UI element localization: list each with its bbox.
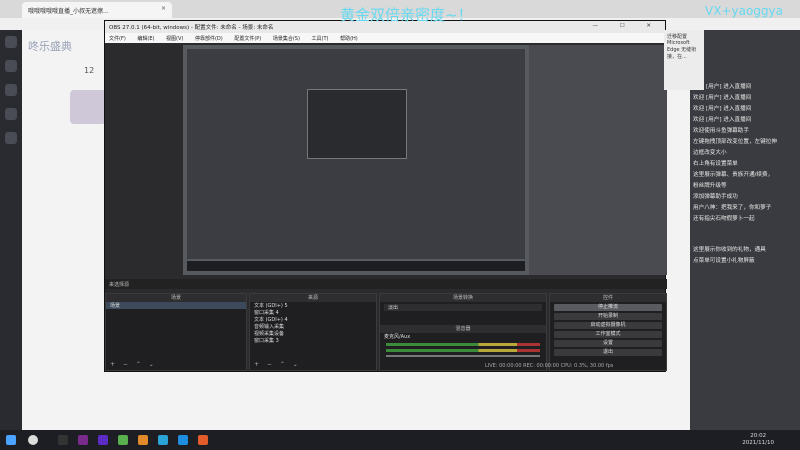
chat-message: 右上角有设置菜单 [693, 161, 738, 167]
clock[interactable]: 20:02 2021/11/10 [742, 433, 774, 447]
scene-label-row: 来选择源 [105, 279, 667, 289]
windows-taskbar: 20:02 2021/11/10 [0, 430, 800, 450]
scenes-dock: 场景 场景 + − ⌃ ⌄ [105, 293, 247, 371]
edge-popup[interactable]: 迁移配置 Microsoft Edge 无缝衔接，在... [664, 30, 704, 90]
chat-message: 点菜单可设置小礼物屏蔽 [693, 258, 755, 264]
tab-close-icon[interactable]: × [161, 5, 166, 12]
exit-button[interactable]: 退出 [554, 349, 662, 356]
obs-preview[interactable] [183, 45, 529, 275]
menu-help[interactable]: 帮助(H) [340, 36, 358, 42]
audio-meter [386, 343, 540, 346]
transitions-dock: 场景转换 淡出 混音器 麦克风/Aux [379, 293, 547, 371]
tab-title: 哦哦哦哦哦直播_小叔无遮擦... [28, 8, 109, 15]
chat-message: 粉丝牌升级等 [693, 183, 727, 189]
controls-header: 控件 [550, 294, 666, 302]
menu-edit[interactable]: 编辑(E) [137, 36, 154, 42]
clock-date: 2021/11/10 [742, 440, 774, 446]
audio-meter [386, 349, 540, 352]
scene-label: 来选择源 [109, 282, 130, 288]
scene-item[interactable]: 场景 [106, 302, 246, 309]
chat-message: 添加弹幕助手成功 [693, 194, 738, 200]
chat-message: 用户八神：把我来了，你和萝子 [693, 205, 772, 211]
source-item[interactable]: 窗口采集 3 [250, 337, 376, 344]
obs-status-bar: LIVE: 00:00:00 REC: 00:00:00 CPU: 0.3%, … [485, 363, 614, 369]
volume-slider[interactable] [386, 355, 540, 357]
search-icon[interactable] [28, 435, 38, 445]
chat-message: 欢迎 [用户] 进入直播间 [693, 117, 752, 123]
douyu-icon[interactable] [198, 435, 208, 445]
chat-message: 左键拖拽顶部改变位置，左键拉伸 [693, 139, 777, 145]
scenes-header: 场景 [106, 294, 246, 302]
site-logo: 咚乐盛典 [28, 40, 72, 53]
edge-icon[interactable] [178, 435, 188, 445]
nav-home-icon[interactable] [5, 36, 17, 48]
menu-docks[interactable]: 停靠部件(D) [195, 36, 223, 42]
menu-profile[interactable]: 配置文件(P) [234, 36, 261, 42]
app-icon[interactable] [138, 435, 148, 445]
mixer-track-label: 麦克风/Aux [384, 334, 411, 340]
source-item[interactable]: 文本 (GDI+) 5 [250, 302, 376, 309]
chat-message: 这里展示你收到的礼物，通具 [693, 247, 766, 253]
settings-button[interactable]: 设置 [554, 340, 662, 347]
clock-time: 20:02 [750, 433, 767, 439]
nav-video-icon[interactable] [5, 132, 17, 144]
preview-taskbar [187, 261, 525, 271]
mixer-header: 混音器 [380, 325, 546, 333]
obs-window: OBS 27.0.1 (64-bit, windows) - 配置文件: 未命名… [104, 20, 667, 372]
aftereffects-icon[interactable] [98, 435, 108, 445]
stop-streaming-button[interactable]: 停止推流 [554, 304, 662, 311]
sources-footer-icons[interactable]: + − ⌃ ⌄ [254, 361, 301, 368]
avatar [70, 90, 106, 124]
viewer-count: 12 [84, 66, 95, 75]
chat-app-icon[interactable] [158, 435, 168, 445]
vx-overlay-text: VX+yaoggya [705, 4, 783, 18]
browser-tab[interactable]: 哦哦哦哦哦直播_小叔无遮擦... × [22, 2, 172, 18]
wechat-icon[interactable] [118, 435, 128, 445]
obs-menu-bar: 文件(F) 编辑(E) 视图(V) 停靠部件(D) 配置文件(P) 场景集合(S… [105, 33, 665, 43]
source-item[interactable]: 视频采集设备 [250, 330, 376, 337]
controls-dock: 控件 停止推流 开始录制 启动虚拟摄像机 工作室模式 设置 退出 [549, 293, 667, 371]
left-sidebar [0, 30, 22, 430]
nav-follow-icon[interactable] [5, 60, 17, 72]
windows-start-icon[interactable] [6, 435, 16, 445]
menu-tools[interactable]: 工具(T) [312, 36, 329, 42]
menu-file[interactable]: 文件(F) [109, 36, 126, 42]
danmaku-chat-panel: 欢迎 [用户] 进入直播间 欢迎 [用户] 进入直播间 欢迎 [用户] 进入直播… [690, 30, 800, 430]
nav-game-icon[interactable] [5, 108, 17, 120]
transition-select[interactable]: 淡出 [384, 304, 542, 311]
menu-view[interactable]: 视图(V) [166, 36, 183, 42]
chat-message: 欢迎 [用户] 进入直播间 [693, 95, 752, 101]
preview-capture [187, 49, 525, 259]
chat-message: 边框改变大小 [693, 150, 727, 156]
source-item[interactable]: 音频输入采集 [250, 323, 376, 330]
nested-obs-capture [307, 89, 407, 159]
sources-dock: 来源 文本 (GDI+) 5 窗口采集 4 文本 (GDI+) 4 音频输入采集… [249, 293, 377, 371]
edge-popup-text: Microsoft Edge 无缝衔接，在... [667, 40, 697, 60]
virtual-camera-button[interactable]: 启动虚拟摄像机 [554, 322, 662, 329]
transitions-header: 场景转换 [380, 294, 546, 302]
chat-message: 欢迎 [用户] 进入直播间 [693, 106, 752, 112]
preview-chat-capture [529, 45, 667, 275]
start-recording-button[interactable]: 开始录制 [554, 313, 662, 320]
chat-message: 还有指尖石吻假萝卜一起 [693, 216, 755, 222]
source-item[interactable]: 文本 (GDI+) 4 [250, 316, 376, 323]
nav-category-icon[interactable] [5, 84, 17, 96]
chat-message: 欢迎使用斗鱼弹幕助手 [693, 128, 749, 134]
menu-scene-collection[interactable]: 场景集合(S) [273, 36, 300, 42]
banner-text: 黄金双倍亲密度~！ [340, 6, 473, 24]
obs-title: OBS 27.0.1 (64-bit, windows) - 配置文件: 未命名… [109, 25, 274, 31]
source-item[interactable]: 窗口采集 4 [250, 309, 376, 316]
chat-message: 这里展示弹幕、贵族开通/续费， [693, 172, 774, 178]
studio-mode-button[interactable]: 工作室模式 [554, 331, 662, 338]
premiere-icon[interactable] [78, 435, 88, 445]
obs-taskbar-icon[interactable] [58, 435, 68, 445]
window-buttons[interactable]: — ☐ ✕ [592, 23, 661, 29]
chat-message: 欢迎 [用户] 进入直播间 [693, 84, 752, 90]
sources-header: 来源 [250, 294, 376, 302]
edge-popup-title: 迁移配置 [667, 34, 688, 40]
scenes-footer-icons[interactable]: + − ⌃ ⌄ [110, 361, 157, 368]
